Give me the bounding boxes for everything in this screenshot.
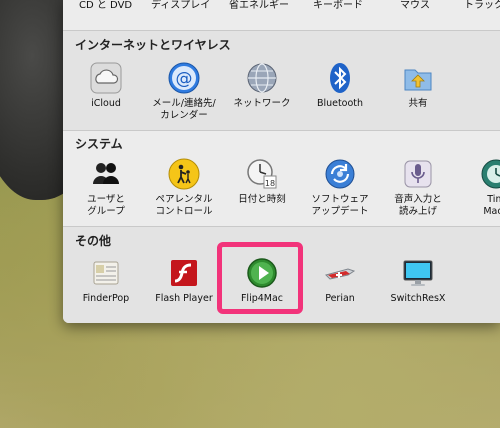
- pane-cd-dvd[interactable]: CD と DVD: [79, 0, 132, 11]
- pane-dictation-speech[interactable]: 音声入力と 読み上げ: [379, 158, 457, 218]
- dictation-speech-icon: [402, 158, 434, 190]
- pane-label: Perian: [325, 293, 355, 304]
- pane-label: ユーザと グループ: [87, 194, 125, 217]
- pane-network[interactable]: ネットワーク: [223, 62, 301, 110]
- pane-label: Bluetooth: [316, 98, 364, 109]
- pane-mail-contacts-calendars[interactable]: @ メール/連絡先/ カレンダー: [145, 62, 223, 122]
- pane-trackpad[interactable]: トラック: [464, 0, 500, 11]
- pane-software-update[interactable]: ソフトウェア アップデート: [301, 158, 379, 218]
- pane-label: ネットワーク: [233, 98, 291, 109]
- pane-parental-controls[interactable]: ペアレンタル コントロール: [145, 158, 223, 218]
- pane-sharing[interactable]: 共有: [379, 62, 457, 110]
- mail-contacts-calendar-icon: @: [168, 62, 200, 94]
- pane-energy-saver[interactable]: 省エネルギー: [229, 0, 289, 11]
- pane-label: Flash Player: [155, 293, 213, 304]
- pane-label: FinderPop: [82, 293, 130, 304]
- pane-flash-player[interactable]: Flash Player: [145, 257, 223, 305]
- icloud-icon: [90, 62, 122, 94]
- pane-label: SwitchResX: [390, 293, 446, 304]
- pane-label: 共有: [408, 98, 428, 109]
- system-preferences-window: CD と DVD ディスプレイ 省エネルギー キーボード マウス トラック イン…: [63, 0, 500, 323]
- pane-keyboard[interactable]: キーボード: [313, 0, 363, 11]
- date-time-icon: 18: [246, 158, 278, 190]
- pane-date-time[interactable]: 18 日付と時刻: [223, 158, 301, 206]
- section-internet-wireless: インターネットとワイヤレス iCloud @ メール/連絡先/ カレンダー ネッ…: [63, 30, 500, 131]
- pane-bluetooth[interactable]: Bluetooth: [301, 62, 379, 110]
- svg-text:18: 18: [265, 179, 275, 188]
- pane-label: iCloud: [91, 98, 121, 109]
- flip4mac-highlight-box: [217, 242, 303, 314]
- pane-label: ソフトウェア アップデート: [311, 194, 369, 217]
- pane-label: ペアレンタル コントロール: [155, 194, 213, 217]
- sharing-folder-icon: [402, 62, 434, 94]
- software-update-icon: [324, 158, 356, 190]
- parental-controls-icon: [168, 158, 200, 190]
- bluetooth-icon: [324, 62, 356, 94]
- pane-perian[interactable]: Perian: [301, 257, 379, 305]
- finderpop-icon: [90, 257, 122, 289]
- perian-knife-icon: [324, 257, 356, 289]
- section-title: その他: [75, 234, 112, 248]
- pane-label: メール/連絡先/ カレンダー: [152, 98, 216, 121]
- time-machine-icon: [480, 158, 500, 190]
- section-system: システム ユーザと グループ ペアレンタル コントロール 18 日付と時刻 ソフ…: [63, 130, 500, 227]
- section-title: システム: [75, 137, 123, 151]
- pane-switchresx[interactable]: SwitchResX: [379, 257, 457, 305]
- pane-displays[interactable]: ディスプレイ: [151, 0, 210, 11]
- section-title: インターネットとワイヤレス: [75, 38, 231, 52]
- flash-player-icon: [168, 257, 200, 289]
- svg-text:@: @: [176, 69, 193, 89]
- pane-time-machine[interactable]: Tim Mach: [457, 158, 500, 218]
- pane-users-groups[interactable]: ユーザと グループ: [67, 158, 145, 218]
- pane-label: Tim Mach: [483, 194, 500, 217]
- users-groups-icon: [90, 158, 122, 190]
- pane-label: 日付と時刻: [238, 194, 286, 205]
- pane-icloud[interactable]: iCloud: [67, 62, 145, 110]
- pane-label: 音声入力と 読み上げ: [394, 194, 442, 217]
- network-globe-icon: [246, 62, 278, 94]
- switchresx-monitor-icon: [402, 257, 434, 289]
- pane-finderpop[interactable]: FinderPop: [67, 257, 145, 305]
- pane-mouse[interactable]: マウス: [400, 0, 430, 11]
